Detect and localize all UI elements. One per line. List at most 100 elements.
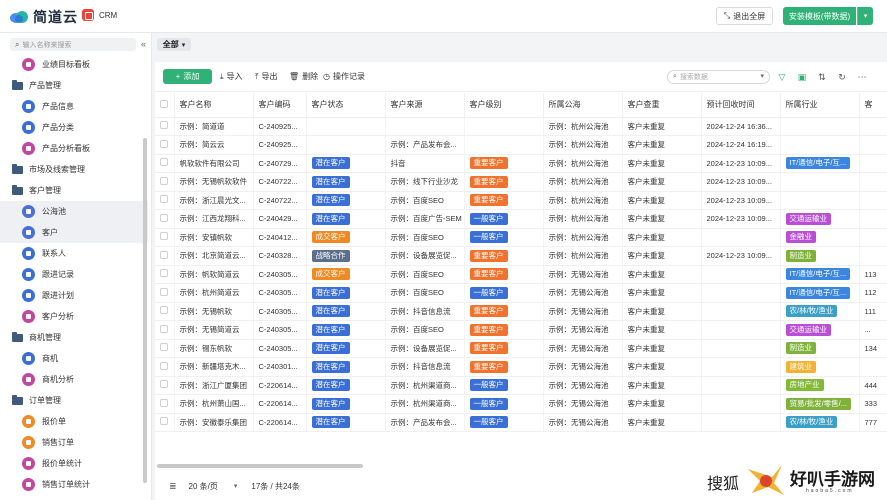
column-header[interactable]: 客户状态 (306, 93, 386, 118)
cell-level[interactable]: 重要客户 (464, 246, 544, 266)
cell-dup[interactable]: 客户未重复 (622, 376, 702, 395)
cell-status[interactable]: 潜在客户 (306, 376, 386, 395)
cell-industry[interactable] (780, 172, 860, 192)
cell-level[interactable]: 重要客户 (464, 302, 544, 321)
cell-code[interactable]: C-240429... (253, 209, 307, 229)
cell-status[interactable]: 潜在客户 (306, 302, 386, 321)
cell-extra[interactable] (859, 117, 887, 136)
cell-name[interactable]: 示例：安镇帆软 (174, 228, 254, 247)
cell-time[interactable] (701, 357, 781, 377)
table-row[interactable]: 示例：江西龙翔科... C-240429... 潜在客户 示例：百度广告-SEM 一般客… (155, 209, 887, 229)
cell-code[interactable]: C-220614... (253, 394, 307, 414)
cell-level[interactable]: 一般客户 (464, 394, 544, 414)
row-checkbox[interactable] (160, 398, 168, 407)
cell-extra[interactable]: ... (859, 320, 887, 340)
cell-code[interactable]: C-240729... (253, 154, 307, 173)
row-checkbox-cell[interactable] (155, 413, 175, 432)
cell-code[interactable]: C-240412... (253, 228, 307, 247)
cell-pool[interactable]: 示例：无锡公海池 (543, 283, 623, 303)
cell-extra[interactable] (859, 209, 887, 229)
cell-pool[interactable]: 示例：无锡公海池 (543, 265, 623, 284)
table-row[interactable]: 示例：杭州简道云 C-240305... 潜在客户 示例：百度SEO 一般客户 示例：无锡… (155, 283, 887, 303)
cell-extra[interactable] (859, 172, 887, 192)
cell-dup[interactable]: 客户未重复 (622, 191, 702, 210)
row-checkbox[interactable] (160, 287, 168, 296)
row-checkbox[interactable] (160, 158, 168, 167)
cell-level[interactable]: 一般客户 (464, 228, 544, 247)
cell-extra[interactable]: 112 (859, 283, 887, 303)
collapse-sidebar-icon[interactable]: « (141, 39, 146, 49)
cell-extra[interactable] (859, 246, 887, 266)
chevron-down-icon[interactable]: ▾ (234, 482, 238, 490)
row-checkbox[interactable] (160, 232, 168, 241)
cell-status[interactable]: 潜在客户 (306, 320, 386, 340)
cell-time[interactable]: 2024-12-23 10:09... (701, 154, 781, 173)
cell-code[interactable]: C-240328... (253, 246, 307, 266)
row-checkbox[interactable] (160, 139, 168, 148)
cell-industry[interactable] (780, 117, 860, 136)
cell-time[interactable] (701, 394, 781, 414)
sidebar-search-input[interactable]: ⌕ 输入名称来搜索 (10, 38, 136, 51)
row-checkbox[interactable] (160, 121, 168, 130)
pagination-settings-icon[interactable]: ≣ (169, 481, 177, 492)
sidebar-item[interactable]: 产品分类 (0, 117, 148, 138)
cell-name[interactable]: 示例：新疆塔克木... (174, 357, 254, 377)
column-header[interactable]: 客户编码 (253, 93, 307, 118)
table-row[interactable]: 示例：安镇帆软 C-240412... 成交客户 示例：百度SEO 一般客户 示例：杭州公… (155, 228, 887, 247)
sidebar-item[interactable]: 商机 (0, 348, 148, 369)
row-checkbox[interactable] (160, 306, 168, 315)
cell-time[interactable] (701, 320, 781, 340)
cell-dup[interactable]: 客户未重复 (622, 394, 702, 414)
sidebar-item[interactable]: 跟进计划 (0, 285, 148, 306)
cell-name[interactable]: 示例：无锡帆软软件 (174, 172, 254, 192)
row-checkbox-cell[interactable] (155, 376, 175, 395)
sidebar-group[interactable]: 商机管理 (0, 327, 148, 348)
sidebar-group[interactable]: 订单管理 (0, 390, 148, 411)
cell-extra[interactable]: 777 (859, 413, 887, 432)
row-checkbox[interactable] (160, 176, 168, 185)
table-row[interactable]: 示例：新疆塔克木... C-240301... 潜在客户 示例：抖音信息流 重要客户 示例… (155, 357, 887, 377)
cell-pool[interactable]: 示例：无锡公海池 (543, 357, 623, 377)
cell-name[interactable]: 示例：杭州萧山国... (174, 394, 254, 414)
cell-time[interactable] (701, 413, 781, 432)
cell-code[interactable]: C-240305... (253, 302, 307, 321)
cell-extra[interactable] (859, 357, 887, 377)
cell-level[interactable]: 一般客户 (464, 413, 544, 432)
column-header[interactable]: 客户级别 (464, 93, 544, 118)
cell-source[interactable]: 示例：百度SEO (385, 191, 465, 210)
sidebar-item[interactable]: 报价单 (0, 411, 148, 432)
export-button[interactable]: ⤒ 导出 (255, 69, 278, 84)
table-horizontal-scrollbar[interactable] (157, 464, 363, 468)
cell-industry[interactable]: 建筑业 (780, 357, 860, 377)
table-row[interactable]: 示例：锡东帆软 C-240305... 潜在客户 示例：设备展览促... 重要客户 示例：… (155, 339, 887, 358)
cell-time[interactable] (701, 376, 781, 395)
view-filter-dropdown[interactable]: 全部 ▾ (157, 38, 191, 51)
cell-source[interactable]: 抖音 (385, 154, 465, 173)
app-title[interactable]: CRM (82, 9, 117, 21)
row-checkbox-cell[interactable] (155, 394, 175, 414)
cell-pool[interactable]: 示例：杭州公海池 (543, 228, 623, 247)
select-all-checkbox[interactable] (160, 99, 168, 108)
cell-pool[interactable]: 示例：杭州公海池 (543, 135, 623, 155)
sidebar-item[interactable]: 客户 (0, 222, 148, 243)
sidebar-item[interactable]: 联系人 (0, 243, 148, 264)
row-checkbox[interactable] (160, 380, 168, 389)
cell-status[interactable]: 潜在客户 (306, 154, 386, 173)
cell-industry[interactable]: 交通运输业 (780, 209, 860, 229)
cell-extra[interactable] (859, 191, 887, 210)
cell-level[interactable]: 重要客户 (464, 320, 544, 340)
table-row[interactable]: 示例：浙江晨光文... C-240722... 潜在客户 示例：百度SEO 重要客户 示例… (155, 191, 887, 210)
sidebar-item[interactable]: 销售订单统计 (0, 474, 148, 495)
cell-pool[interactable]: 示例：杭州公海池 (543, 117, 623, 136)
row-checkbox-cell[interactable] (155, 135, 175, 155)
cell-status[interactable] (306, 117, 386, 136)
cell-extra[interactable]: 111 (859, 302, 887, 321)
table-row[interactable]: 示例：帆软简道云 C-240305... 成交客户 示例：百度SEO 重要客户 示例：无锡… (155, 265, 887, 284)
sidebar-item[interactable]: 产品信息 (0, 96, 148, 117)
row-checkbox-cell[interactable] (155, 302, 175, 321)
add-button[interactable]: + 添加 (163, 69, 212, 84)
cell-status[interactable]: 潜在客户 (306, 357, 386, 377)
row-checkbox[interactable] (160, 361, 168, 370)
row-checkbox-cell[interactable] (155, 320, 175, 340)
row-checkbox-cell[interactable] (155, 191, 175, 210)
